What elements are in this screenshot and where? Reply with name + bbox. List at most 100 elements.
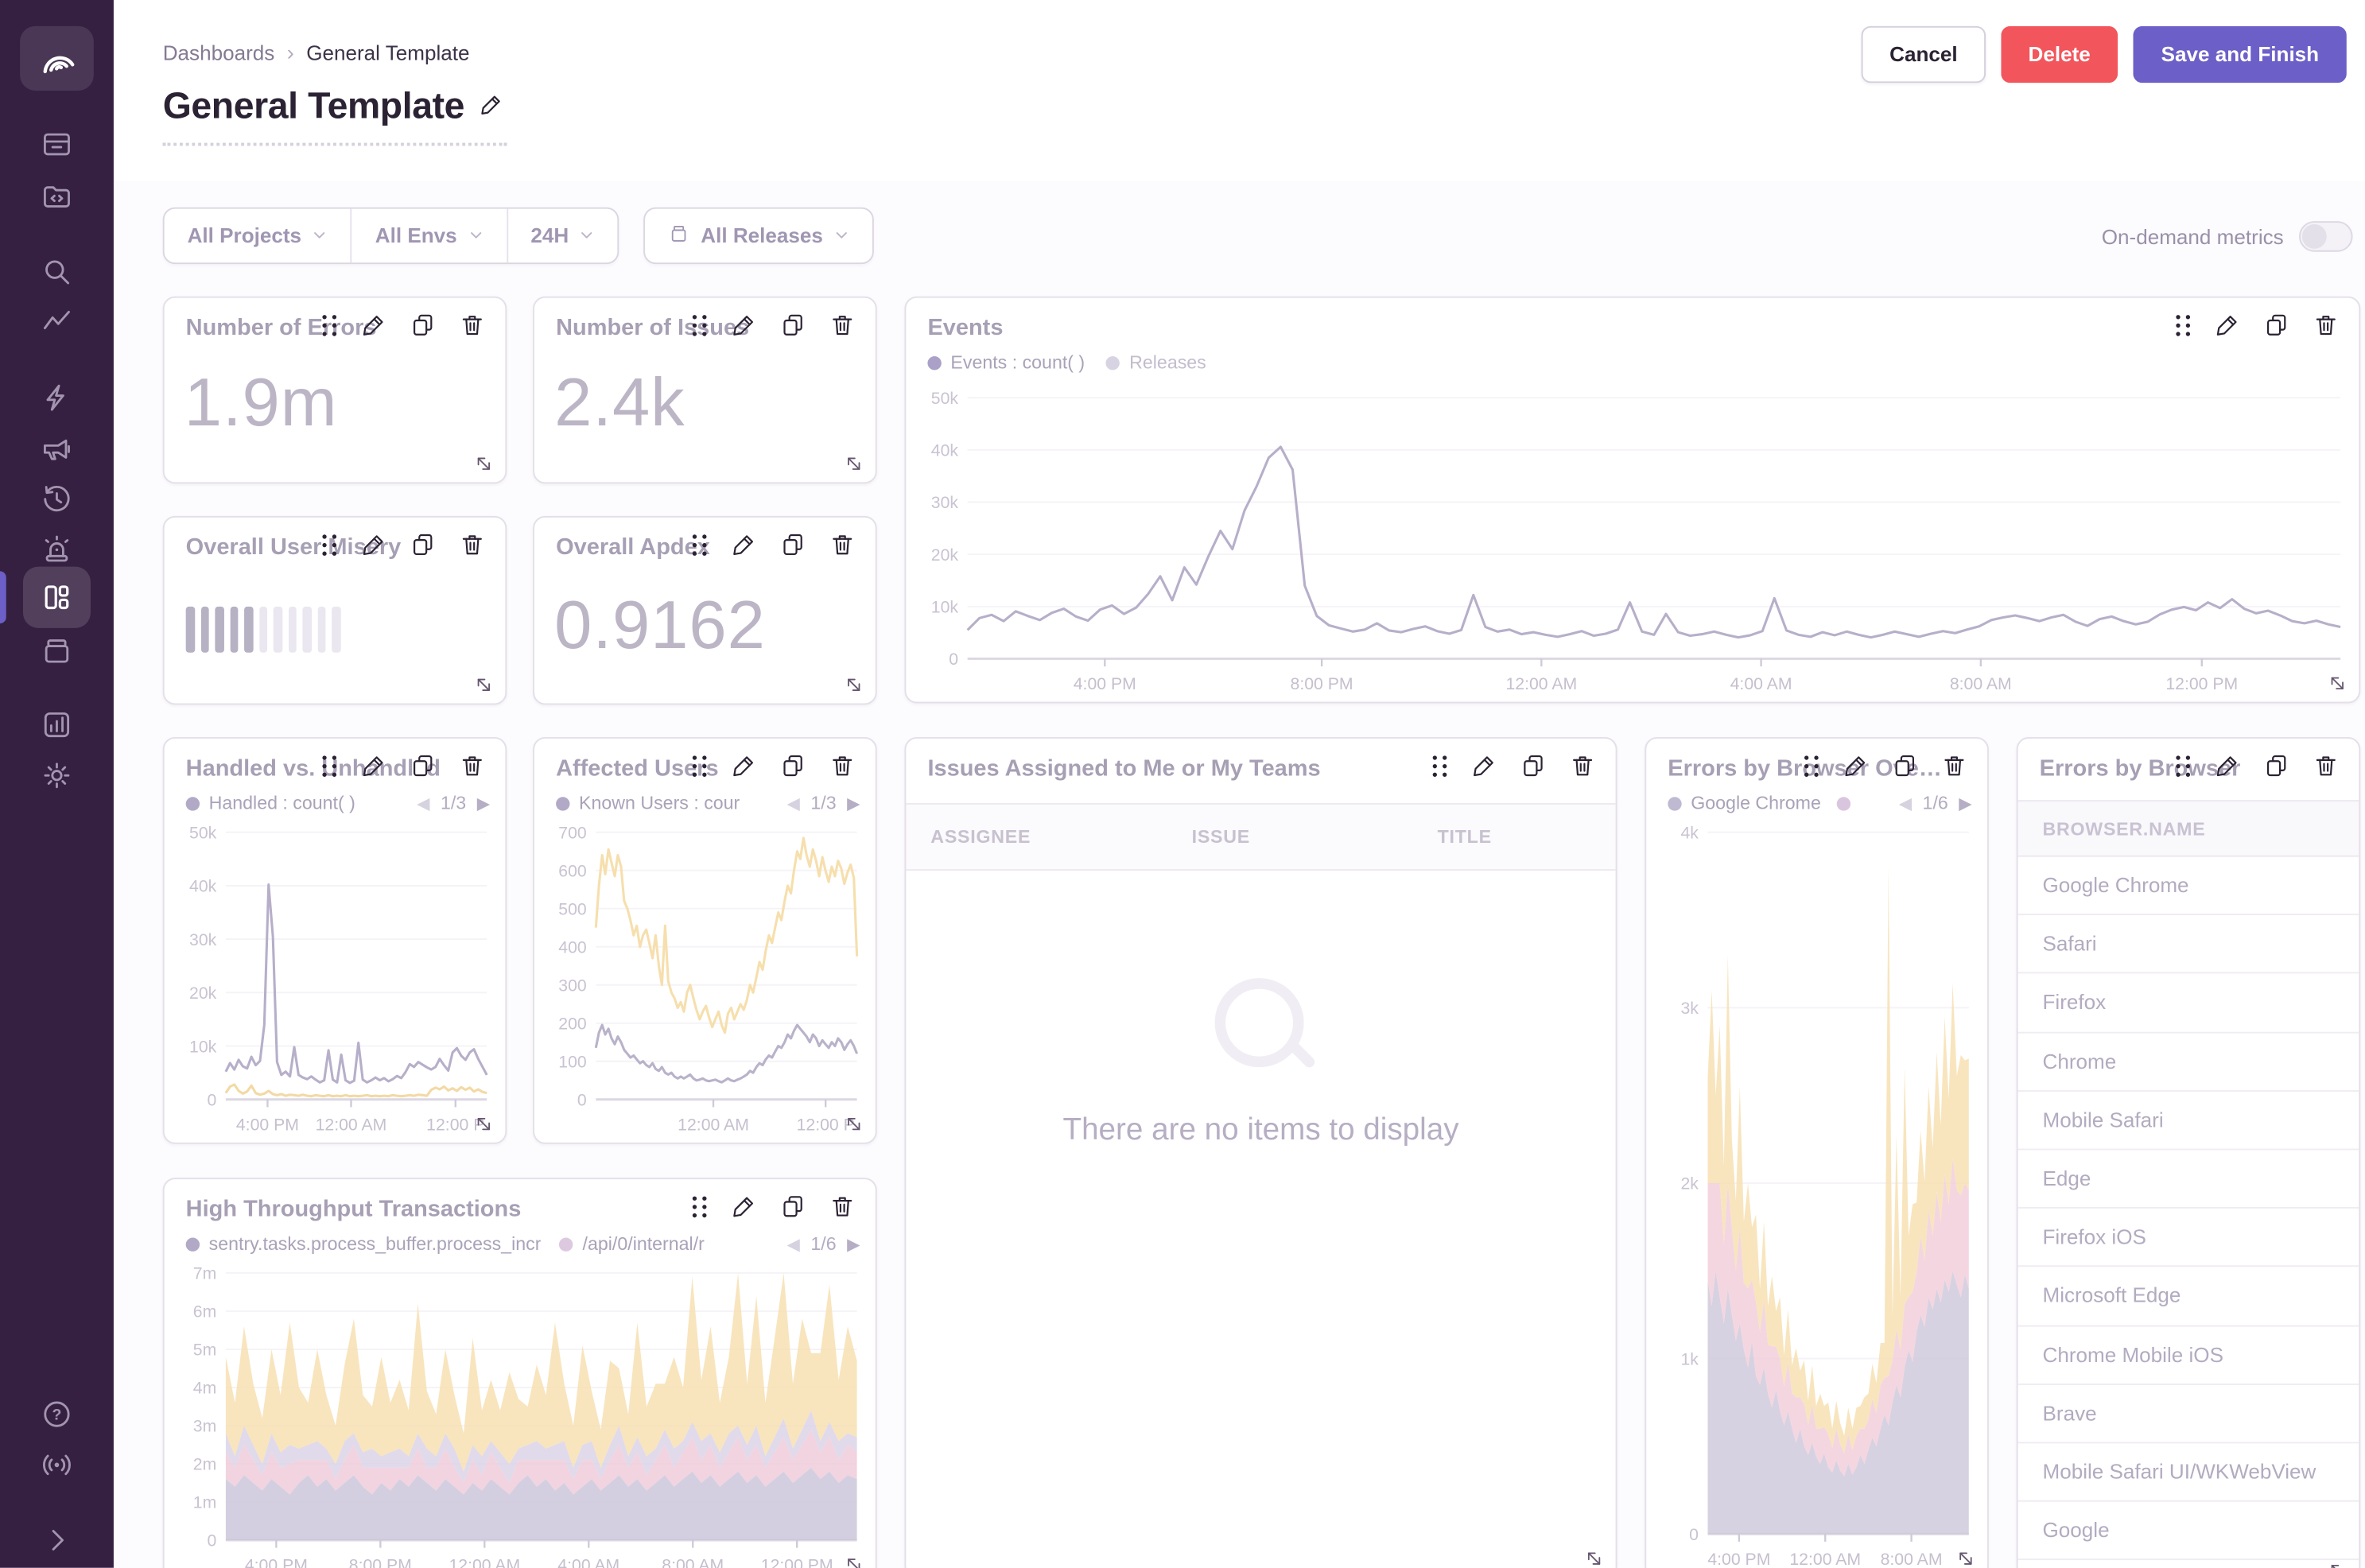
duplicate-widget-icon[interactable] [780,752,806,778]
edit-widget-icon[interactable] [361,312,387,338]
edit-widget-icon[interactable] [731,752,757,778]
svg-text:50k: 50k [189,825,217,842]
save-and-finish-button[interactable]: Save and Finish [2134,26,2347,83]
drag-handle-icon[interactable] [321,753,338,778]
legend-next-icon[interactable]: ▶ [847,793,860,813]
delete-widget-icon[interactable] [829,752,856,778]
duplicate-widget-icon[interactable] [780,1193,806,1220]
sidebar-item-feedback-megaphone[interactable] [0,432,114,465]
duplicate-widget-icon[interactable] [2264,752,2290,778]
breadcrumb-dashboards-link[interactable]: Dashboards [163,41,275,64]
svg-text:0: 0 [1689,1525,1699,1544]
drag-handle-icon[interactable] [1431,753,1448,778]
resize-handle-icon[interactable] [843,1113,864,1135]
resize-handle-icon[interactable] [2327,1560,2348,1568]
project-filter-dropdown[interactable]: All Projects [165,209,351,263]
legend-prev-icon[interactable]: ◀ [786,793,799,813]
svg-text:0: 0 [207,1531,216,1551]
sentry-logo[interactable] [20,26,94,91]
sidebar-item-alerts-siren[interactable] [0,533,114,566]
sidebar-item-performance-trace[interactable] [0,305,114,339]
legend-prev-icon[interactable]: ◀ [1899,793,1912,813]
svg-text:8:00 AM: 8:00 AM [662,1556,724,1568]
delete-widget-icon[interactable] [829,312,856,338]
edit-widget-icon[interactable] [361,752,387,778]
edit-widget-icon[interactable] [731,531,757,557]
delete-widget-icon[interactable] [829,1193,856,1220]
delete-widget-icon[interactable] [829,531,856,557]
duplicate-widget-icon[interactable] [780,531,806,557]
delete-widget-icon[interactable] [459,531,485,557]
ondemand-metrics-toggle[interactable] [2299,221,2353,252]
sidebar-item-boost-lightning[interactable] [0,381,114,414]
sidebar-item-dashboards[interactable] [23,567,91,628]
legend-prev-icon[interactable]: ◀ [786,1234,799,1254]
sidebar-item-explore-search[interactable] [0,255,114,289]
drag-handle-icon[interactable] [2175,312,2192,337]
events-chart: 010k20k30k40k50k4:00 PM8:00 PM12:00 AM4:… [915,390,2350,696]
delete-widget-icon[interactable] [1570,752,1596,778]
resize-handle-icon[interactable] [1955,1548,1976,1568]
sidebar-item-stats[interactable] [0,708,114,741]
resize-handle-icon[interactable] [843,453,864,475]
drag-handle-icon[interactable] [321,312,338,337]
svg-text:8:00 AM: 8:00 AM [1881,1550,1943,1568]
cancel-button[interactable]: Cancel [1862,26,1985,83]
duplicate-widget-icon[interactable] [1892,752,1918,778]
resize-handle-icon[interactable] [473,453,495,475]
drag-handle-icon[interactable] [691,312,708,337]
drag-handle-icon[interactable] [691,753,708,778]
resize-handle-icon[interactable] [2327,673,2348,694]
legend-next-icon[interactable]: ▶ [1959,793,1971,813]
sidebar-item-projects[interactable] [0,180,114,213]
resize-handle-icon[interactable] [473,674,495,696]
drag-handle-icon[interactable] [321,532,338,557]
edit-widget-icon[interactable] [2215,752,2241,778]
edit-widget-icon[interactable] [1471,752,1497,778]
legend-next-icon[interactable]: ▶ [847,1234,860,1254]
sidebar-item-replays-history[interactable] [0,482,114,515]
legend-prev-icon[interactable]: ◀ [417,793,429,813]
drag-handle-icon[interactable] [691,1194,708,1219]
delete-widget-icon[interactable] [459,312,485,338]
releases-filter-dropdown[interactable]: All Releases [646,209,872,263]
svg-text:30k: 30k [931,493,959,512]
edit-widget-icon[interactable] [2215,312,2241,338]
edit-widget-icon[interactable] [361,531,387,557]
resize-handle-icon[interactable] [843,1554,864,1568]
sidebar-item-releases[interactable] [0,635,114,668]
handled-chart: 010k20k30k40k50k4:00 PM12:00 AM12:00 P [173,825,496,1136]
environment-filter-dropdown[interactable]: All Envs [351,209,507,263]
delete-widget-icon[interactable] [2313,752,2339,778]
legend-next-icon[interactable]: ▶ [477,793,490,813]
delete-widget-icon[interactable] [1941,752,1967,778]
resize-handle-icon[interactable] [473,1113,495,1135]
delete-button[interactable]: Delete [2001,26,2118,83]
sidebar-item-settings-gear[interactable] [0,759,114,792]
duplicate-widget-icon[interactable] [410,752,437,778]
edit-widget-icon[interactable] [731,312,757,338]
duplicate-widget-icon[interactable] [780,312,806,338]
duplicate-widget-icon[interactable] [410,312,437,338]
delete-widget-icon[interactable] [459,752,485,778]
drag-handle-icon[interactable] [2175,753,2192,778]
duplicate-widget-icon[interactable] [1520,752,1547,778]
resize-handle-icon[interactable] [1583,1548,1605,1568]
svg-text:0: 0 [577,1090,587,1109]
edit-widget-icon[interactable] [1843,752,1869,778]
svg-text:3k: 3k [1680,999,1699,1018]
whats-new-broadcast-icon[interactable] [0,1448,114,1481]
drag-handle-icon[interactable] [1803,753,1819,778]
delete-widget-icon[interactable] [2313,312,2339,338]
empty-state-text: There are no items to display [1062,1113,1458,1148]
help-icon[interactable]: ? [0,1397,114,1430]
duplicate-widget-icon[interactable] [2264,312,2290,338]
edit-widget-icon[interactable] [731,1193,757,1220]
sidebar-item-issues[interactable] [0,127,114,161]
sidebar-collapse-chevron-icon[interactable] [0,1523,114,1557]
edit-title-icon[interactable] [480,91,504,124]
drag-handle-icon[interactable] [691,532,708,557]
duplicate-widget-icon[interactable] [410,531,437,557]
date-range-dropdown[interactable]: 24H [506,209,618,263]
resize-handle-icon[interactable] [843,674,864,696]
